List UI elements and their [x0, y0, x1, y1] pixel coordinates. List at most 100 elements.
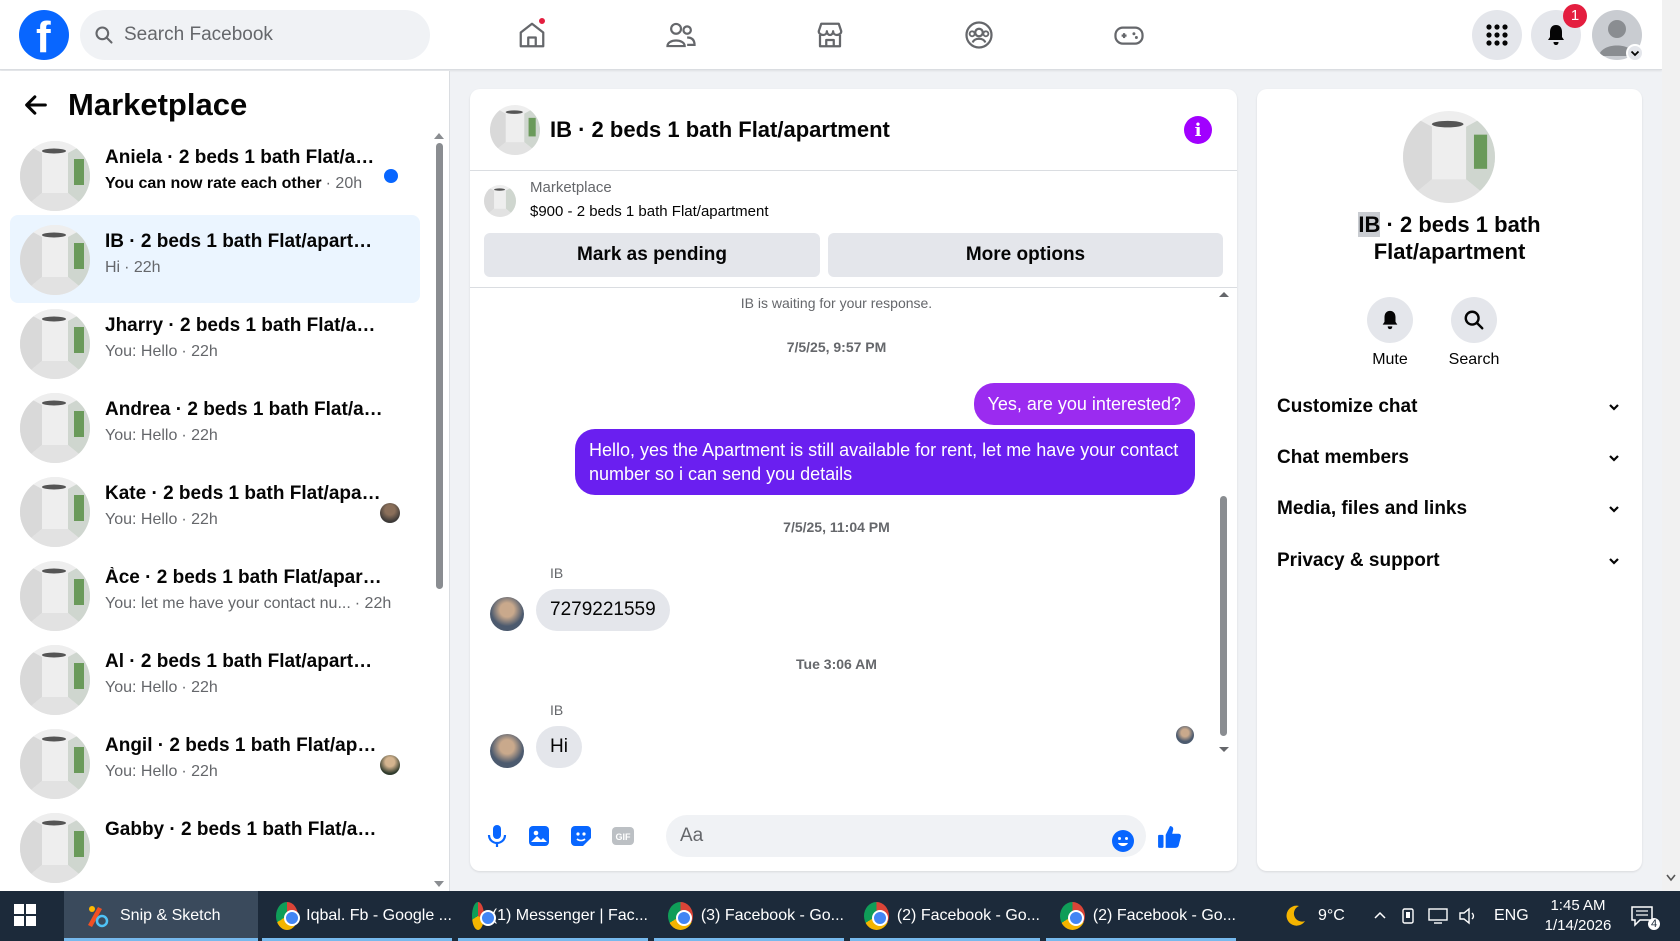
windows-logo-icon: [14, 904, 36, 926]
photo-icon: [529, 826, 549, 846]
search-bar[interactable]: [80, 10, 430, 60]
media-files-links-section[interactable]: Media, files and links: [1277, 489, 1622, 529]
marketplace-label: Marketplace: [530, 179, 612, 196]
section-label: Customize chat: [1277, 396, 1418, 417]
gaming-nav-button[interactable]: [1106, 12, 1152, 58]
action-center-button[interactable]: 4: [1630, 891, 1661, 941]
customize-chat-section[interactable]: Customize chat: [1277, 387, 1622, 427]
home-notification-dot: [537, 16, 547, 26]
chat-listing-thumbnail[interactable]: [490, 105, 540, 155]
scroll-up-arrow-icon[interactable]: [434, 131, 444, 139]
details-listing-thumbnail[interactable]: [1403, 111, 1495, 203]
sender-avatar[interactable]: [490, 597, 524, 631]
outgoing-message[interactable]: Yes, are you interested?: [973, 383, 1195, 425]
search-input[interactable]: [124, 24, 404, 46]
conversation-item[interactable]: Al · 2 beds 1 bath Flat/apartment You: H…: [10, 635, 420, 723]
sticker-button[interactable]: [568, 823, 594, 849]
conversation-item[interactable]: Jharry · 2 beds 1 bath Flat/apart... You…: [10, 299, 420, 387]
voice-clip-button[interactable]: [484, 823, 510, 849]
emoji-button[interactable]: [1110, 828, 1136, 854]
seen-avatar: [380, 755, 400, 775]
device-icon[interactable]: [1400, 907, 1416, 925]
conversation-item[interactable]: Aniela · 2 beds 1 bath Flat/apa... You c…: [10, 131, 420, 219]
read-receipt-avatar: [1176, 726, 1194, 744]
mark-as-pending-button[interactable]: Mark as pending: [484, 233, 820, 277]
conversation-preview: Hi · 22h: [105, 259, 161, 277]
taskbar-app-chrome[interactable]: (2) Facebook - Go...: [850, 891, 1040, 941]
outgoing-message[interactable]: Hello, yes the Apartment is still availa…: [575, 429, 1195, 495]
chat-members-section[interactable]: Chat members: [1277, 438, 1622, 478]
notifications-button[interactable]: 1: [1531, 4, 1587, 60]
conversation-item-active[interactable]: IB · 2 beds 1 bath Flat/apartment Hi · 22…: [10, 215, 420, 303]
preview-text: You: Hello: [105, 511, 178, 528]
details-title-text: · 2 beds 1 bath Flat/apartment: [1373, 212, 1541, 264]
waiting-notice: IB is waiting for your response.: [740, 295, 933, 311]
details-title-highlight: IB: [1358, 212, 1381, 237]
conversation-item[interactable]: Kate · 2 beds 1 bath Flat/apart... You: …: [10, 467, 420, 555]
taskbar-clock[interactable]: 1:45 AM 1/14/2026: [1536, 896, 1620, 936]
chat-scrollbar[interactable]: [1217, 289, 1231, 759]
facebook-logo[interactable]: f: [19, 10, 69, 62]
sender-avatar[interactable]: [490, 734, 524, 768]
scroll-down-arrow-icon[interactable]: [1217, 745, 1231, 755]
network-icon[interactable]: [1428, 907, 1448, 925]
chevron-up-icon[interactable]: [1372, 908, 1388, 924]
like-button[interactable]: [1157, 824, 1183, 850]
search-icon: [1464, 310, 1484, 330]
divider: [470, 287, 1237, 288]
incoming-message[interactable]: Hi: [536, 726, 582, 768]
incoming-message[interactable]: 7279221559: [536, 589, 670, 631]
privacy-support-section[interactable]: Privacy & support: [1277, 541, 1622, 581]
marketplace-nav-button[interactable]: [807, 12, 853, 58]
taskbar-app-chrome[interactable]: (2) Facebook - Go...: [1046, 891, 1236, 941]
microphone-icon: [487, 825, 507, 847]
message-input-box[interactable]: [666, 815, 1146, 857]
chevron-down-icon: [1609, 506, 1619, 513]
taskbar-app-chrome[interactable]: (3) Facebook - Go...: [654, 891, 844, 941]
back-arrow-icon[interactable]: [22, 91, 50, 119]
account-chevron-button[interactable]: [1626, 44, 1644, 62]
taskbar-app-chrome[interactable]: Iqbal. Fb - Google ...: [262, 891, 452, 941]
attach-photo-button[interactable]: [526, 823, 552, 849]
taskbar-app-snip-sketch[interactable]: Snip & Sketch: [64, 891, 258, 941]
chevron-down-icon: [1630, 50, 1640, 57]
language-indicator[interactable]: ENG: [1494, 907, 1529, 925]
volume-icon[interactable]: [1458, 907, 1478, 925]
conversation-item[interactable]: Angil · 2 beds 1 bath Flat/apar... You: …: [10, 719, 420, 807]
mute-button[interactable]: Mute: [1355, 297, 1425, 369]
section-label: Privacy & support: [1277, 550, 1440, 571]
page-scrollbar[interactable]: [1662, 0, 1680, 891]
more-options-button[interactable]: More options: [828, 233, 1223, 277]
chat-header: IB · 2 beds 1 bath Flat/apartment i: [470, 89, 1237, 171]
conversation-preview: You: Hello · 22h: [105, 679, 218, 697]
conversation-item[interactable]: Àce · 2 beds 1 bath Flat/apartme... You:…: [10, 551, 420, 639]
message-input[interactable]: [680, 825, 1080, 847]
message-timestamp: 7/5/25, 11:04 PM: [783, 519, 890, 535]
conversation-item[interactable]: Andrea · 2 beds 1 bath Flat/apar... You:…: [10, 383, 420, 471]
preview-time: · 22h: [181, 427, 218, 444]
listing-thumbnail: [20, 309, 90, 379]
start-button[interactable]: [14, 904, 36, 926]
preview-text: You: let me have your contact nu...: [105, 595, 351, 612]
chat-title[interactable]: IB · 2 beds 1 bath Flat/apartment: [550, 117, 890, 143]
groups-nav-button[interactable]: [956, 12, 1002, 58]
friends-nav-button[interactable]: [658, 12, 704, 58]
chat-scroll-thumb[interactable]: [1220, 496, 1227, 736]
scroll-up-arrow-icon[interactable]: [1217, 289, 1231, 299]
conversation-name: Gabby · 2 beds 1 bath Flat/apart...: [105, 819, 385, 840]
sidebar-scrollbar[interactable]: [434, 131, 444, 891]
menu-button[interactable]: [1472, 10, 1522, 60]
gif-button[interactable]: GIF: [610, 823, 636, 849]
search-conversation-button[interactable]: Search: [1439, 297, 1509, 369]
home-nav-button[interactable]: [509, 12, 555, 58]
conversation-preview: You: Hello · 22h: [105, 427, 218, 445]
info-button[interactable]: i: [1184, 116, 1212, 144]
scroll-down-arrow-icon[interactable]: [434, 881, 444, 889]
sidebar-scroll-thumb[interactable]: [436, 143, 443, 589]
chrome-icon: [276, 902, 301, 930]
weather-widget[interactable]: 9°C: [1282, 891, 1345, 941]
conversation-item[interactable]: Gabby · 2 beds 1 bath Flat/apart...: [10, 803, 420, 891]
taskbar-app-chrome[interactable]: (1) Messenger | Fac...: [458, 891, 648, 941]
scroll-down-arrow-icon[interactable]: [1662, 872, 1680, 884]
grid-menu-icon: [1486, 24, 1508, 46]
